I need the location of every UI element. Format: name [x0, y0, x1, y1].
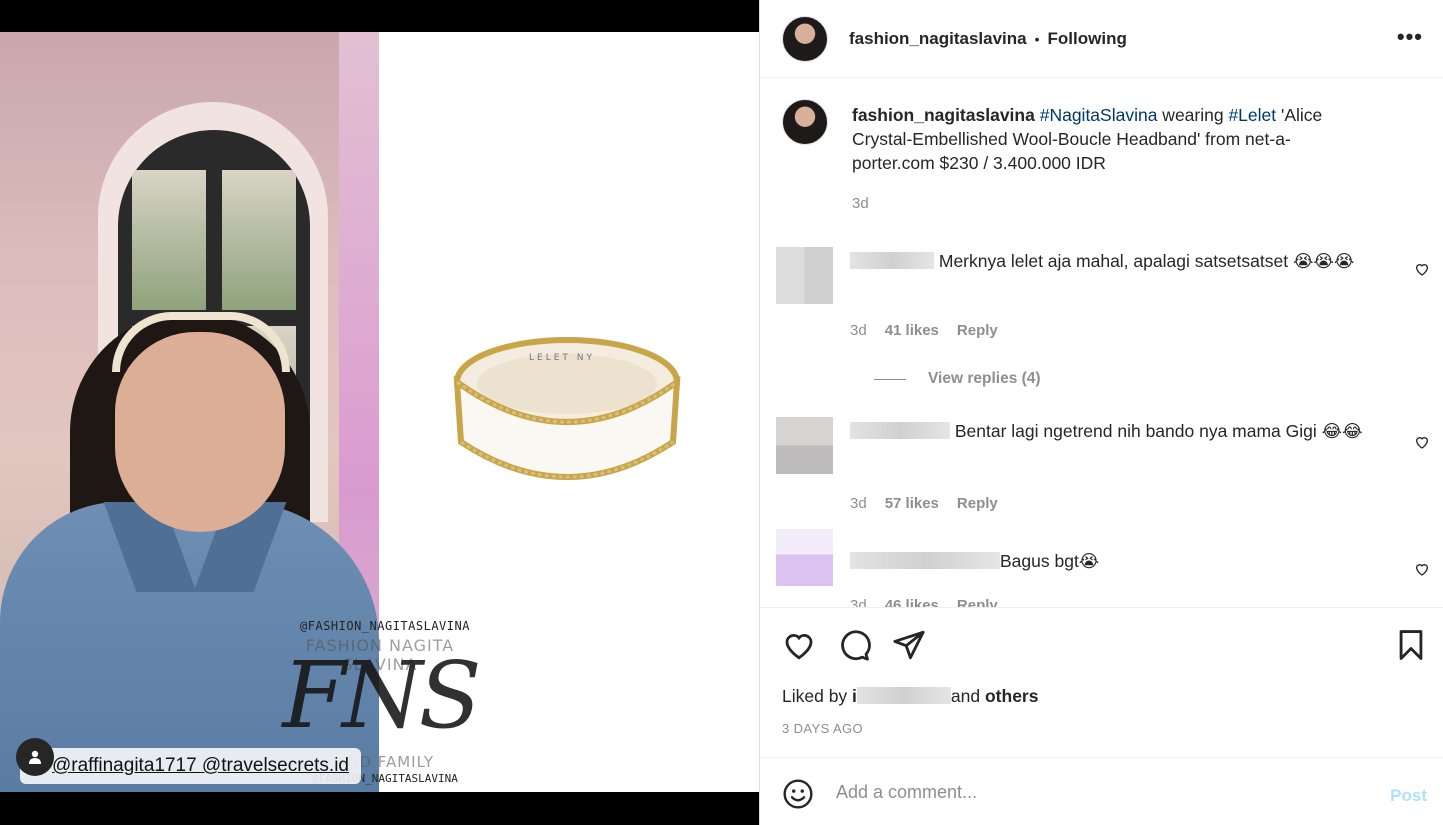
liked-by-line: Liked by i and others: [782, 686, 1038, 707]
comment-input[interactable]: [836, 776, 1376, 808]
caption-text-part1: wearing: [1157, 105, 1229, 125]
commenter-avatar[interactable]: [776, 417, 833, 474]
comment-likes[interactable]: 46 likes: [885, 597, 939, 607]
comment-body: Merknya lelet aja mahal, apalagi satsets…: [938, 251, 1355, 271]
liked-by-and: and: [950, 686, 981, 706]
more-options-icon[interactable]: •••: [1397, 26, 1423, 48]
like-comment-heart-icon[interactable]: [1414, 561, 1430, 577]
tagged-users-text[interactable]: @raffinagita1717 @travelsecrets.id: [52, 755, 349, 777]
commenter-username-blurred[interactable]: [850, 422, 950, 439]
view-replies-label[interactable]: View replies (4): [928, 370, 1041, 388]
comment-meta: 3d 46 likes Reply: [850, 597, 998, 607]
comment-text: Bagus bgt😭: [850, 549, 1410, 573]
caption-text: fashion_nagitaslavina #NagitaSlavina wea…: [852, 103, 1362, 175]
post-header: fashion_nagitaslavina • Following •••: [760, 0, 1443, 78]
caption-timestamp[interactable]: 3d: [852, 195, 869, 212]
commenter-username-blurred[interactable]: [850, 552, 1000, 569]
comment-time[interactable]: 3d: [850, 322, 867, 339]
reply-button[interactable]: Reply: [957, 322, 998, 339]
post-media[interactable]: LELET NY @FASHION_NAGITASLAVINA FASHION …: [0, 0, 759, 825]
tagged-users-label[interactable]: @raffinagita1717 @travelsecrets.id: [20, 748, 361, 784]
add-comment-bar: Post: [760, 757, 1443, 825]
comment-likes[interactable]: 41 likes: [885, 322, 939, 339]
watermark-logo: FNS: [282, 642, 481, 749]
comment-bubble-icon[interactable]: [837, 628, 871, 662]
save-bookmark-icon[interactable]: [1394, 628, 1428, 662]
comment-text: Bentar lagi ngetrend nih bando nya mama …: [850, 419, 1410, 443]
commenter-username-blurred[interactable]: [850, 252, 934, 269]
comment-likes[interactable]: 57 likes: [885, 495, 939, 512]
caption-avatar[interactable]: [782, 99, 828, 145]
like-comment-heart-icon[interactable]: [1414, 261, 1430, 277]
comment-meta: 3d 57 likes Reply: [850, 495, 998, 512]
following-button[interactable]: Following: [1048, 29, 1127, 49]
caption-author[interactable]: fashion_nagitaslavina: [852, 105, 1035, 125]
comment-body: Bagus bgt😭: [1000, 551, 1100, 571]
comment-meta: 3d 41 likes Reply: [850, 322, 998, 339]
comments-list[interactable]: fashion_nagitaslavina #NagitaSlavina wea…: [760, 79, 1443, 607]
product-brand-print: LELET NY: [529, 353, 595, 363]
liked-by-others[interactable]: others: [980, 686, 1039, 706]
liked-by-user-blurred[interactable]: [856, 687, 951, 704]
like-comment-heart-icon[interactable]: [1414, 434, 1430, 450]
like-heart-icon[interactable]: [782, 628, 816, 662]
reply-button[interactable]: Reply: [957, 597, 998, 607]
user-icon: [29, 750, 41, 764]
share-send-icon[interactable]: [892, 628, 926, 662]
comment-time[interactable]: 3d: [850, 597, 867, 607]
reply-button[interactable]: Reply: [957, 495, 998, 512]
view-replies-button[interactable]: View replies (4): [874, 370, 1041, 388]
author-username[interactable]: fashion_nagitaslavina: [849, 29, 1027, 49]
replies-divider: [874, 378, 906, 380]
separator-dot: •: [1034, 30, 1040, 47]
commenter-avatar[interactable]: [776, 247, 833, 304]
comment-text: Merknya lelet aja mahal, apalagi satsets…: [850, 249, 1410, 273]
watermark-handle-top: @FASHION_NAGITASLAVINA: [300, 619, 470, 633]
comment-body: Bentar lagi ngetrend nih bando nya mama …: [954, 421, 1363, 441]
post-details-panel: fashion_nagitaslavina • Following ••• fa…: [759, 0, 1443, 825]
commenter-avatar[interactable]: [776, 529, 833, 586]
post-date[interactable]: 3 DAYS AGO: [782, 721, 863, 736]
emoji-smiley-icon[interactable]: [782, 778, 814, 810]
post-comment-button[interactable]: Post: [1390, 786, 1427, 806]
hashtag-nagitaslavina[interactable]: #NagitaSlavina: [1040, 105, 1158, 125]
author-avatar[interactable]: [782, 15, 828, 62]
post-actions: Liked by i and others 3 DAYS AGO: [760, 607, 1443, 757]
liked-by-prefix: Liked by: [782, 686, 853, 706]
hashtag-lelet[interactable]: #Lelet: [1228, 105, 1276, 125]
comment-time[interactable]: 3d: [850, 495, 867, 512]
user-tags-button[interactable]: [16, 738, 54, 776]
headband-product-image: LELET NY: [453, 337, 681, 480]
